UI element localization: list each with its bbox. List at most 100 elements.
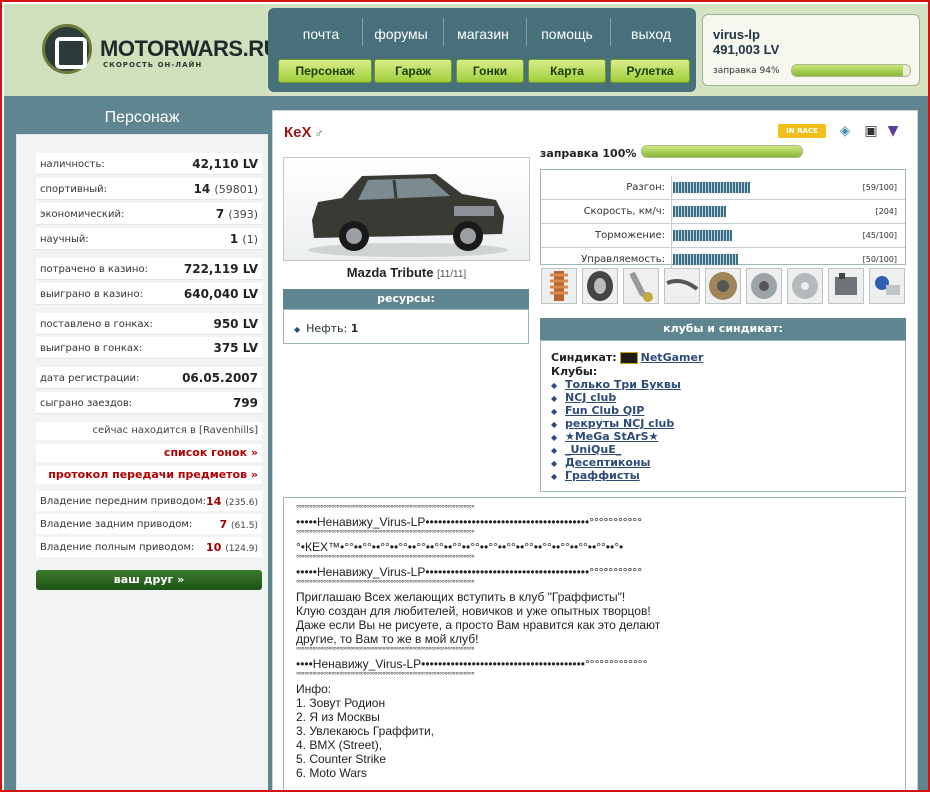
club-item[interactable]: ◆ Граффисты bbox=[551, 469, 640, 482]
logo-icon bbox=[42, 24, 92, 74]
garage-button[interactable]: Гараж bbox=[374, 59, 452, 83]
male-icon: ♂ bbox=[314, 126, 324, 140]
stat-label: сыграно заездов: bbox=[40, 398, 133, 409]
perf-divider bbox=[671, 176, 672, 200]
nav-forums[interactable]: форумы bbox=[360, 26, 442, 42]
stat-value-sub: (393) bbox=[228, 208, 258, 221]
stat-value: 722,119 LV bbox=[183, 262, 258, 276]
club-item[interactable]: ◆ Десептиконы bbox=[551, 456, 651, 469]
disk-icon[interactable] bbox=[787, 268, 823, 304]
syndicate-row: Синдикат: NetGamer bbox=[551, 351, 703, 364]
bullet-icon: ◆ bbox=[551, 420, 558, 429]
suspension-icon[interactable] bbox=[541, 268, 577, 304]
transfer-log-link[interactable]: протокол передачи предметов » bbox=[36, 466, 262, 484]
stat-value-main: 42,110 LV bbox=[192, 157, 258, 171]
description-line: другие, то Вам то же в мой клуб! bbox=[296, 632, 479, 646]
ownership-value: 10 (124.9) bbox=[206, 541, 258, 554]
logo-area[interactable]: MOTORWARS.RU СКОРОСТЬ ОН-ЛАЙН bbox=[4, 4, 279, 96]
description-line: •••••Ненавижу_Virus-LP••••••••••••••••••… bbox=[296, 515, 642, 529]
resources-header: ресурсы: bbox=[283, 289, 529, 309]
stat-laps: сыграно заездов: 799 bbox=[36, 392, 262, 414]
stat-value: 1 (1) bbox=[230, 232, 258, 246]
club-link[interactable]: Только Три Буквы bbox=[565, 378, 681, 391]
bullet-icon: ◆ bbox=[551, 459, 558, 468]
club-item[interactable]: ◆ ★MeGa StArS★ bbox=[551, 430, 658, 443]
description-line: 6. Moto Wars bbox=[296, 766, 367, 780]
camera-icon[interactable]: ▣ bbox=[862, 122, 880, 140]
map-button[interactable]: Карта bbox=[528, 59, 606, 83]
nav-shop[interactable]: магазин bbox=[442, 26, 524, 42]
roulette-button[interactable]: Рулетка bbox=[610, 59, 690, 83]
diamond-icon[interactable]: ◈ bbox=[836, 122, 854, 140]
stat-science: научный: 1 (1) bbox=[36, 228, 262, 250]
perf-bar bbox=[673, 254, 738, 265]
ownership-value-sub: (124.9) bbox=[225, 544, 258, 554]
ownership-value-main: 10 bbox=[206, 541, 222, 554]
nav-mail[interactable]: почта bbox=[280, 26, 362, 42]
turbo-icon[interactable] bbox=[746, 268, 782, 304]
description-line: Инфо: bbox=[296, 682, 332, 696]
nav-help[interactable]: помощь bbox=[526, 26, 608, 42]
stat-label: спортивный: bbox=[40, 184, 108, 195]
stat-label: научный: bbox=[40, 234, 89, 245]
stat-value-main: 7 bbox=[215, 207, 225, 221]
car-name-text: Mazda Tribute bbox=[346, 265, 434, 280]
decepticon-icon[interactable]: ▼ bbox=[884, 122, 902, 140]
perf-bar bbox=[673, 206, 726, 217]
club-item[interactable]: ◆ рекруты NCJ club bbox=[551, 417, 674, 430]
stat-value: 799 bbox=[232, 396, 258, 410]
car-fuel-label: заправка 100% bbox=[540, 147, 637, 160]
exhaust-icon[interactable] bbox=[623, 268, 659, 304]
club-link[interactable]: _UniQuE_ bbox=[565, 443, 621, 456]
stat-value: 950 LV bbox=[213, 317, 258, 331]
description-line: °°°°°°°°°°°°°°°°°°°°°°°°°°°°°°°°°°°°°°°°… bbox=[296, 646, 475, 655]
your-friend-button[interactable]: ваш друг » bbox=[36, 570, 262, 590]
character-button[interactable]: Персонаж bbox=[278, 59, 372, 83]
description-line: °°°°°°°°°°°°°°°°°°°°°°°°°°°°°°°°°°°°°°°°… bbox=[296, 504, 475, 513]
club-item[interactable]: ◆ Только Три Буквы bbox=[551, 378, 681, 391]
perf-row-accel: Разгон: [59/100] bbox=[541, 176, 905, 200]
club-link[interactable]: Fun Club QIP bbox=[565, 404, 644, 417]
club-link[interactable]: рекруты NCJ club bbox=[565, 417, 674, 430]
intake-icon[interactable] bbox=[869, 268, 905, 304]
ownership-label: Владение передним приводом: bbox=[40, 496, 207, 507]
stat-casino-won: выиграно в казино: 640,040 LV bbox=[36, 283, 262, 305]
bullet-icon: ◆ bbox=[551, 446, 558, 455]
perf-value: [204] bbox=[875, 207, 897, 216]
club-item[interactable]: ◆ NCJ club bbox=[551, 391, 616, 404]
clubs-header: клубы и синдикат: bbox=[540, 318, 906, 340]
car-name[interactable]: Mazda Tribute [11/11] bbox=[283, 265, 530, 280]
stat-sport: спортивный: 14 (59801) bbox=[36, 178, 262, 200]
clubs-box: Синдикат: NetGamer Клубы: ◆ Только Три Бук… bbox=[540, 340, 906, 492]
races-button[interactable]: Гонки bbox=[456, 59, 524, 83]
brake-disc-icon[interactable] bbox=[705, 268, 741, 304]
club-item[interactable]: ◆ Fun Club QIP bbox=[551, 404, 644, 417]
engine-block-icon[interactable] bbox=[828, 268, 864, 304]
stat-value-sub: (59801) bbox=[214, 183, 258, 196]
profile-description: °°°°°°°°°°°°°°°°°°°°°°°°°°°°°°°°°°°°°°°°… bbox=[283, 497, 906, 790]
club-item[interactable]: ◆ _UniQuE_ bbox=[551, 443, 621, 456]
club-link[interactable]: Десептиконы bbox=[565, 456, 651, 469]
syndicate-link[interactable]: NetGamer bbox=[641, 351, 704, 364]
description-line: 4. BMX (Street), bbox=[296, 738, 383, 752]
car-image[interactable] bbox=[283, 157, 530, 261]
race-list-link[interactable]: список гонок » bbox=[36, 444, 262, 462]
ownership-label: Владение полным приводом: bbox=[40, 542, 195, 553]
syndicate-logo-icon bbox=[619, 352, 638, 364]
club-link[interactable]: Граффисты bbox=[565, 469, 640, 482]
ownership-awd: Владение полным приводом: 10 (124.9) bbox=[36, 537, 262, 557]
car-fuel-fill bbox=[642, 146, 802, 157]
player-name-text: КеХ bbox=[284, 124, 312, 141]
ownership-value-main: 7 bbox=[219, 518, 228, 531]
description-line: ••••Ненавижу_Virus-LP•••••••••••••••••••… bbox=[296, 657, 648, 671]
ownership-value-sub: (61.5) bbox=[230, 521, 258, 531]
user-fuel-bar bbox=[791, 64, 911, 77]
club-link[interactable]: NCJ club bbox=[565, 391, 616, 404]
username[interactable]: virus-lp bbox=[713, 27, 760, 42]
bullet-icon: ◆ bbox=[551, 433, 558, 442]
pipe-icon[interactable] bbox=[664, 268, 700, 304]
nav-logout[interactable]: выход bbox=[610, 26, 692, 42]
tire-icon[interactable] bbox=[582, 268, 618, 304]
stat-label: выиграно в гонках: bbox=[40, 343, 143, 354]
club-link[interactable]: ★MeGa StArS★ bbox=[565, 430, 658, 443]
